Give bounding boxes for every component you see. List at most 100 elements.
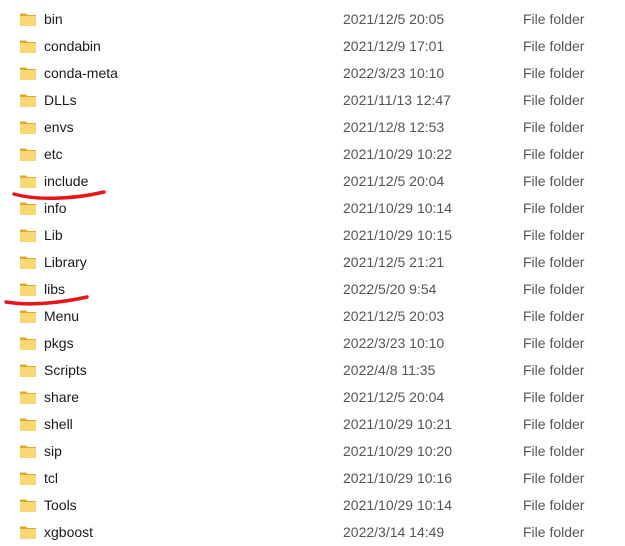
item-type: File folder bbox=[523, 335, 585, 351]
folder-icon bbox=[20, 148, 36, 161]
folder-icon bbox=[20, 256, 36, 269]
date-modified: 2021/10/29 10:21 bbox=[343, 416, 452, 432]
folder-name: Lib bbox=[44, 227, 63, 243]
folder-icon bbox=[20, 364, 36, 377]
folder-icon bbox=[20, 391, 36, 404]
date-modified: 2022/4/8 11:35 bbox=[343, 362, 436, 378]
folder-name: DLLs bbox=[44, 92, 77, 108]
list-item-conda-meta[interactable]: conda-meta 2022/3/23 10:10 File folder bbox=[0, 60, 625, 87]
list-item-share[interactable]: share 2021/12/5 20:04 File folder bbox=[0, 384, 625, 411]
item-type: File folder bbox=[523, 497, 585, 513]
folder-name: pkgs bbox=[44, 335, 74, 351]
date-modified: 2021/11/13 12:47 bbox=[343, 92, 451, 108]
date-modified: 2021/10/29 10:14 bbox=[343, 497, 452, 513]
folder-icon bbox=[20, 121, 36, 134]
list-item-tcl[interactable]: tcl 2021/10/29 10:16 File folder bbox=[0, 465, 625, 492]
item-type: File folder bbox=[523, 92, 585, 108]
list-item-scripts[interactable]: Scripts 2022/4/8 11:35 File folder bbox=[0, 357, 625, 384]
date-modified: 2021/10/29 10:15 bbox=[343, 227, 452, 243]
folder-name: Library bbox=[44, 254, 87, 270]
folder-icon bbox=[20, 229, 36, 242]
list-item-include[interactable]: include 2021/12/5 20:04 File folder bbox=[0, 168, 625, 195]
folder-icon bbox=[20, 13, 36, 26]
item-type: File folder bbox=[523, 200, 585, 216]
item-type: File folder bbox=[523, 443, 585, 459]
list-item-info[interactable]: info 2021/10/29 10:14 File folder bbox=[0, 195, 625, 222]
file-list: bin 2021/12/5 20:05 File folder condabin… bbox=[0, 6, 625, 546]
list-item-libs[interactable]: libs 2022/5/20 9:54 File folder bbox=[0, 276, 625, 303]
list-item-pkgs[interactable]: pkgs 2022/3/23 10:10 File folder bbox=[0, 330, 625, 357]
item-type: File folder bbox=[523, 308, 585, 324]
folder-icon bbox=[20, 67, 36, 80]
folder-name: tcl bbox=[44, 470, 58, 486]
date-modified: 2022/5/20 9:54 bbox=[343, 281, 437, 297]
item-type: File folder bbox=[523, 254, 585, 270]
list-item-xgboost[interactable]: xgboost 2022/3/14 14:49 File folder bbox=[0, 519, 625, 546]
folder-name: etc bbox=[44, 146, 63, 162]
folder-name: Scripts bbox=[44, 362, 87, 378]
folder-name: share bbox=[44, 389, 80, 405]
folder-icon bbox=[20, 472, 36, 485]
item-type: File folder bbox=[523, 470, 585, 486]
date-modified: 2021/10/29 10:20 bbox=[343, 443, 452, 459]
folder-icon bbox=[20, 337, 36, 350]
folder-name: info bbox=[44, 200, 67, 216]
item-type: File folder bbox=[523, 227, 585, 243]
list-item-envs[interactable]: envs 2021/12/8 12:53 File folder bbox=[0, 114, 625, 141]
folder-icon bbox=[20, 40, 36, 53]
list-item-etc[interactable]: etc 2021/10/29 10:22 File folder bbox=[0, 141, 625, 168]
folder-name: bin bbox=[44, 11, 63, 27]
folder-name: Tools bbox=[44, 497, 77, 513]
date-modified: 2021/10/29 10:22 bbox=[343, 146, 452, 162]
date-modified: 2021/12/5 20:04 bbox=[343, 389, 445, 405]
folder-name: xgboost bbox=[44, 524, 94, 540]
date-modified: 2021/12/9 17:01 bbox=[343, 38, 445, 54]
item-type: File folder bbox=[523, 389, 585, 405]
item-type: File folder bbox=[523, 416, 585, 432]
item-type: File folder bbox=[523, 362, 585, 378]
list-item-condabin[interactable]: condabin 2021/12/9 17:01 File folder bbox=[0, 33, 625, 60]
folder-icon bbox=[20, 418, 36, 431]
item-type: File folder bbox=[523, 119, 585, 135]
date-modified: 2021/12/5 21:21 bbox=[343, 254, 445, 270]
folder-name: shell bbox=[44, 416, 73, 432]
item-type: File folder bbox=[523, 65, 585, 81]
date-modified: 2021/12/8 12:53 bbox=[343, 119, 445, 135]
folder-icon bbox=[20, 202, 36, 215]
list-item-sip[interactable]: sip 2021/10/29 10:20 File folder bbox=[0, 438, 625, 465]
list-item-bin[interactable]: bin 2021/12/5 20:05 File folder bbox=[0, 6, 625, 33]
date-modified: 2021/12/5 20:03 bbox=[343, 308, 445, 324]
folder-name: libs bbox=[44, 281, 66, 297]
date-modified: 2021/10/29 10:14 bbox=[343, 200, 452, 216]
item-type: File folder bbox=[523, 173, 585, 189]
folder-icon bbox=[20, 94, 36, 107]
list-item-lib[interactable]: Lib 2021/10/29 10:15 File folder bbox=[0, 222, 625, 249]
item-type: File folder bbox=[523, 524, 585, 540]
item-type: File folder bbox=[523, 281, 585, 297]
folder-icon bbox=[20, 283, 36, 296]
list-item-library[interactable]: Library 2021/12/5 21:21 File folder bbox=[0, 249, 625, 276]
folder-name: Menu bbox=[44, 308, 80, 324]
item-type: File folder bbox=[523, 146, 585, 162]
date-modified: 2022/3/23 10:10 bbox=[343, 335, 445, 351]
date-modified: 2022/3/14 14:49 bbox=[343, 524, 445, 540]
item-type: File folder bbox=[523, 11, 585, 27]
date-modified: 2021/12/5 20:05 bbox=[343, 11, 445, 27]
list-item-tools[interactable]: Tools 2021/10/29 10:14 File folder bbox=[0, 492, 625, 519]
date-modified: 2022/3/23 10:10 bbox=[343, 65, 445, 81]
item-type: File folder bbox=[523, 38, 585, 54]
folder-name: envs bbox=[44, 119, 74, 135]
folder-icon bbox=[20, 499, 36, 512]
folder-icon bbox=[20, 445, 36, 458]
list-item-shell[interactable]: shell 2021/10/29 10:21 File folder bbox=[0, 411, 625, 438]
list-item-dlls[interactable]: DLLs 2021/11/13 12:47 File folder bbox=[0, 87, 625, 114]
folder-icon bbox=[20, 175, 36, 188]
list-item-menu[interactable]: Menu 2021/12/5 20:03 File folder bbox=[0, 303, 625, 330]
folder-name: include bbox=[44, 173, 89, 189]
folder-name: condabin bbox=[44, 38, 101, 54]
folder-name: sip bbox=[44, 443, 62, 459]
folder-icon bbox=[20, 310, 36, 323]
date-modified: 2021/10/29 10:16 bbox=[343, 470, 452, 486]
date-modified: 2021/12/5 20:04 bbox=[343, 173, 445, 189]
folder-name: conda-meta bbox=[44, 65, 118, 81]
